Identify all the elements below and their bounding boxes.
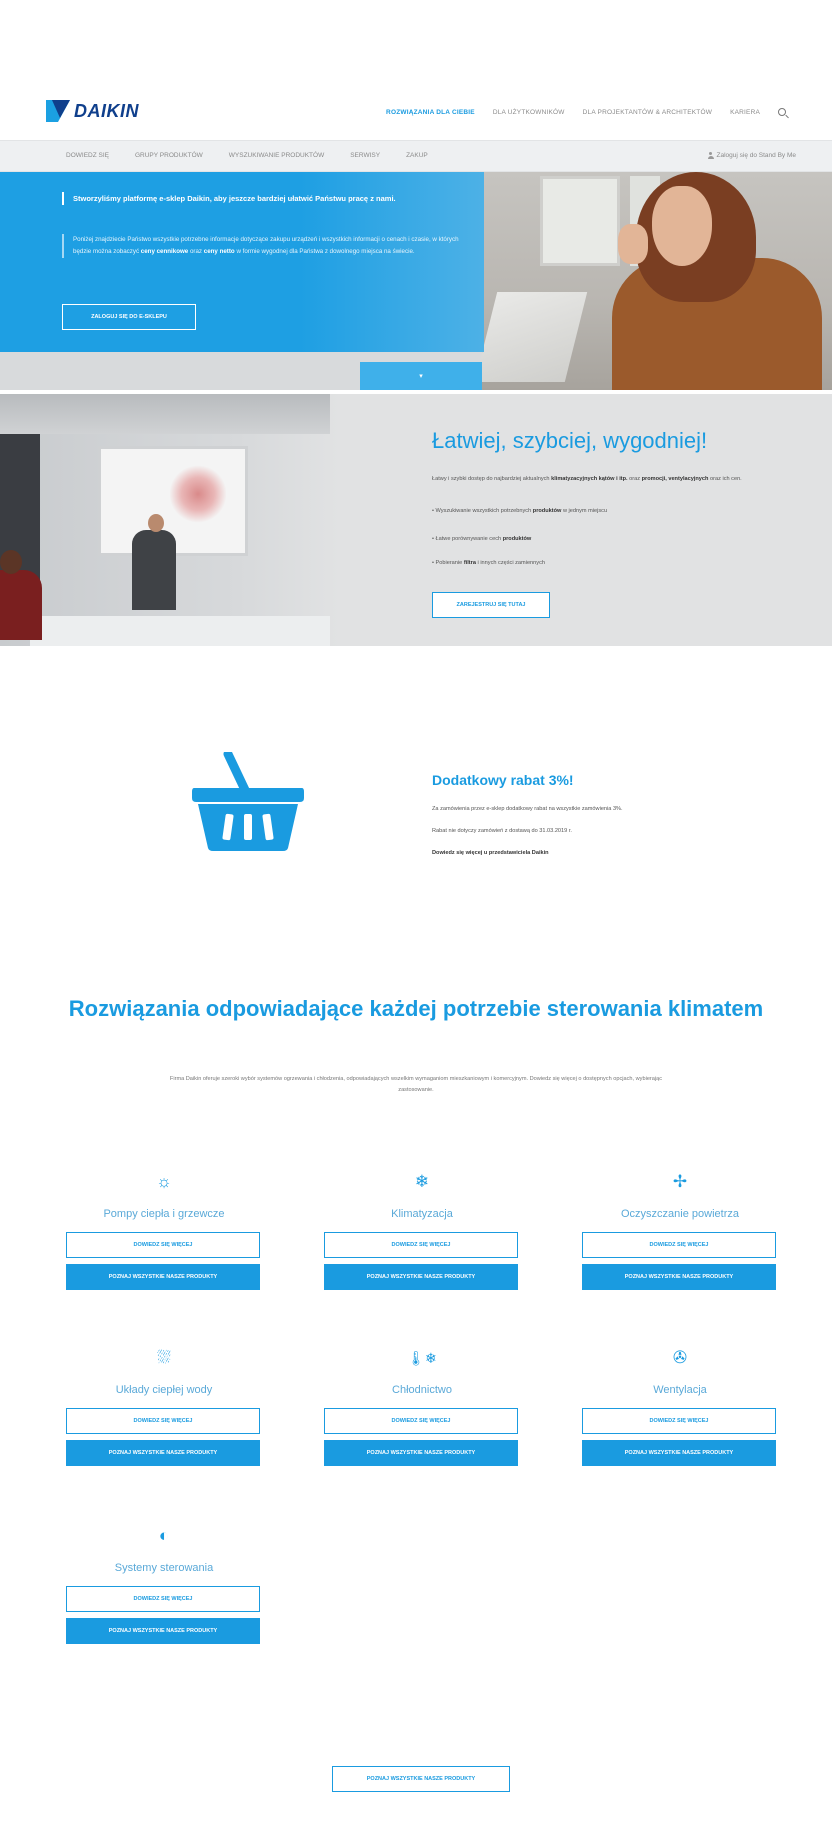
promo-text-bold: promocji, ventylacyjnych [641,476,709,482]
user-icon [707,152,714,159]
subnav-item-learn[interactable]: DOWIEDZ SIĘ [66,152,109,159]
promo-text-bold: klimatyzacyjnych kątów i itp. [551,476,628,482]
promo-bullet-text: i innych części zamiennych [477,560,545,566]
promo-title: Łatwiej, szybciej, wygodniej! [432,428,708,453]
top-navigation: ROZWIĄZANIA DLA CIEBIE DLA UŻYTKOWNIKÓW … [386,108,786,116]
promo-bullet-text: • Pobieranie [432,560,463,566]
all-products-button-fan[interactable]: POZNAJ WSZYSTKIE NASZE PRODUKTY [582,1440,776,1466]
solution-label-sun: Pompy ciepła i grzewcze [103,1208,225,1220]
learn-more-button-snowflake[interactable]: DOWIEDZ SIĘ WIĘCEJ [324,1232,518,1258]
solution-label-control: Systemy sterowania [114,1562,214,1574]
hero-photo-window [540,176,620,266]
meeting-photo-ceiling [0,394,330,434]
solution-label-snowflake: Klimatyzacja [391,1208,453,1220]
learn-more-button-shower[interactable]: DOWIEDZ SIĘ WIĘCEJ [66,1408,260,1434]
subnav-item-product-search[interactable]: WYSZUKIWANIE PRODUKTÓW [229,152,324,159]
meeting-photo-attendee-head [0,550,22,574]
learn-more-button-sun[interactable]: DOWIEDZ SIĘ WIĘCEJ [66,1232,260,1258]
topnav-solutions-for-you[interactable]: ROZWIĄZANIA DLA CIEBIE [386,109,475,116]
register-button[interactable]: ZAREJESTRUJ SIĘ TUTAJ [432,592,550,618]
hero-banner: Stworzyliśmy platformę e-sklep Daikin, a… [0,172,832,390]
discount-text-3: Dowiedz się więcej u przedstawiciela Dai… [432,848,732,858]
meeting-photo-table [30,616,330,646]
promo-bullet-bold: produktów [502,536,532,542]
hero-text-part: w formie wygodnej dla Państwa z dowolneg… [236,248,415,255]
subnav-items: DOWIEDZ SIĘ GRUPY PRODUKTÓW WYSZUKIWANIE… [66,152,428,159]
meeting-photo-presenter-head [148,514,164,532]
promo-bullet-text: • Łatwe porównywanie cech [432,536,502,542]
account-link-label: Zaloguj się do Stand By Me [716,152,797,159]
eshop-benefits-section: Łatwiej, szybciej, wygodniej! Łatwy i sz… [0,394,832,646]
solution-label-thermometer-snowflake: Chłodnictwo [392,1384,452,1396]
all-products-button-snowflake[interactable]: POZNAJ WSZYSTKIE NASZE PRODUKTY [324,1264,518,1290]
meeting-photo-screen-art [170,464,226,524]
logo-icon [46,100,70,122]
all-products-bottom-button[interactable]: POZNAJ WSZYSTKIE NASZE PRODUKTY [332,1766,510,1792]
solutions-description: Firma Daikin oferuje szeroki wybór syste… [169,1076,663,1093]
promo-bullet-bold: produktów [532,508,562,514]
subnav-item-product-groups[interactable]: GRUPY PRODUKTÓW [135,152,203,159]
solutions-title: Rozwiązania odpowiadające każdej potrzeb… [68,996,764,1021]
all-products-button-shower[interactable]: POZNAJ WSZYSTKIE NASZE PRODUKTY [66,1440,260,1466]
discount-text-1: Za zamówienia przez e-sklep dodatkowy ra… [432,806,623,812]
hero-text-part: oraz [189,248,203,255]
topnav-for-users[interactable]: DLA UŻYTKOWNIKÓW [493,109,565,116]
discount-cta-text: Dowiedz się więcej u przedstawiciela Dai… [432,850,549,856]
promo-text-part: Łatwy i szybki dostęp do najbardziej akt… [432,476,550,482]
logo-text: DAIKIN [74,100,139,121]
all-products-button-sun[interactable]: POZNAJ WSZYSTKIE NASZE PRODUKTY [66,1264,260,1290]
snowflake-icon: ❄ [414,1172,430,1191]
meeting-photo-attendee [0,570,42,640]
discount-text-2: Rabat nie dotyczy zamówień z dostawą do … [432,828,572,834]
all-products-button-air-purifier[interactable]: POZNAJ WSZYSTKIE NASZE PRODUKTY [582,1264,776,1290]
shower-icon: ⛆ [157,1348,171,1367]
hero-text-bold: ceny cennikowe [140,248,189,255]
promo-bullet: • Wyszukiwanie wszystkich potrzebnych pr… [432,506,762,516]
hero-text: Poniżej znajdziecie Państwo wszystkie po… [62,234,462,258]
subnav-item-purchase[interactable]: ZAKUP [406,152,428,159]
discount-title: Dodatkowy rabat 3%! [432,772,574,788]
promo-bullet-text: • Wyszukiwanie wszystkich potrzebnych [432,508,532,514]
search-icon[interactable] [778,108,786,116]
account-link[interactable]: Zaloguj się do Stand By Me [707,152,797,159]
learn-more-button-control[interactable]: DOWIEDZ SIĘ WIĘCEJ [66,1586,260,1612]
chevron-down-icon: ▾ [419,373,423,380]
control-icon: ◐ [158,1526,170,1545]
thermometer-snowflake-icon: 🌡❄ [407,1350,437,1366]
promo-text-part: oraz ich cen. [710,476,742,482]
all-products-button-thermometer-snowflake[interactable]: POZNAJ WSZYSTKIE NASZE PRODUKTY [324,1440,518,1466]
hero-scroll-tab[interactable]: ▾ [360,362,482,390]
hero-text-bold: ceny netto [203,248,235,255]
solution-label-air-purifier: Oczyszczanie powietrza [621,1208,739,1220]
meeting-photo-presenter [132,530,176,610]
promo-text-part: oraz [629,476,641,482]
fan-icon: ✇ [672,1348,688,1367]
promo-bullet: • Pobieranie filtra i innych części zami… [432,558,762,568]
learn-more-button-fan[interactable]: DOWIEDZ SIĘ WIĘCEJ [582,1408,776,1434]
daikin-logo[interactable]: DAIKIN [46,100,139,122]
sub-navigation: DOWIEDZ SIĘ GRUPY PRODUKTÓW WYSZUKIWANIE… [0,140,832,172]
hero-photo-woman-face [652,186,712,266]
learn-more-button-thermometer-snowflake[interactable]: DOWIEDZ SIĘ WIĘCEJ [324,1408,518,1434]
all-products-button-control[interactable]: POZNAJ WSZYSTKIE NASZE PRODUKTY [66,1618,260,1644]
login-eshop-button[interactable]: ZALOGUJ SIĘ DO E-SKLEPU [62,304,196,330]
topnav-for-designers[interactable]: DLA PROJEKTANTÓW & ARCHITEKTÓW [583,109,712,116]
subnav-item-services[interactable]: SERWISY [350,152,380,159]
hero-title: Stworzyliśmy platformę e-sklep Daikin, a… [62,192,462,205]
solution-label-shower: Układy ciepłej wody [115,1384,213,1396]
promo-bullet: • Łatwe porównywanie cech produktów [432,534,762,544]
sun-icon: ☼ [156,1172,172,1191]
basket-icon [190,749,306,852]
topnav-career[interactable]: KARIERA [730,109,760,116]
promo-bullet-text: w jednym miejscu [562,508,608,514]
solution-label-fan: Wentylacja [653,1384,707,1396]
learn-more-button-air-purifier[interactable]: DOWIEDZ SIĘ WIĘCEJ [582,1232,776,1258]
promo-intro: Łatwy i szybki dostęp do najbardziej akt… [432,474,762,484]
air-purifier-icon: ✢ [672,1172,688,1191]
hero-photo-woman-hand [618,224,648,264]
promo-bullet-bold: filtra [463,560,476,566]
